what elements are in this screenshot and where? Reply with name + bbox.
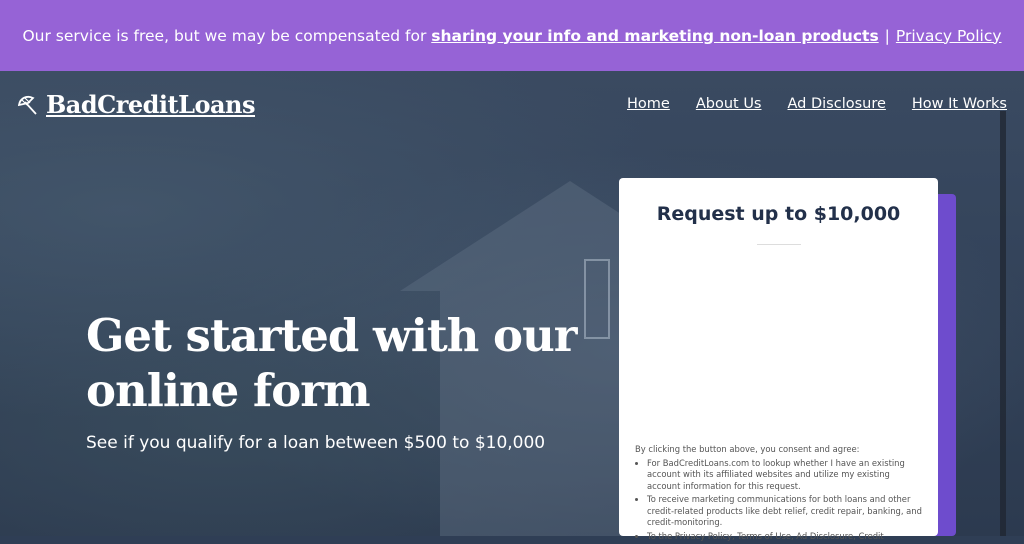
main-nav: Home About Us Ad Disclosure How It Works xyxy=(627,96,1007,112)
consent-list: For BadCreditLoans.com to lookup whether… xyxy=(635,458,925,543)
sharing-info-link[interactable]: sharing your info and marketing non-loan… xyxy=(431,27,878,45)
privacy-policy-link[interactable]: Privacy Policy xyxy=(896,27,1002,45)
top-disclosure-bar: Our service is free, but we may be compe… xyxy=(0,0,1024,71)
loan-request-form-card: By clicking the button above, you consen… xyxy=(619,178,938,541)
consent-disclosure: By clicking the button above, you consen… xyxy=(635,444,925,544)
consent-item: To the Privacy Policy, Terms of Use, Ad … xyxy=(647,531,925,543)
consent-item: To receive marketing communications for … xyxy=(647,494,925,529)
nav-about-us[interactable]: About Us xyxy=(696,96,762,112)
separator: | xyxy=(884,26,890,45)
hero-headline: Get started with our online form xyxy=(86,309,578,417)
logo-text: BadCreditLoans xyxy=(46,90,256,119)
nav-ad-disclosure[interactable]: Ad Disclosure xyxy=(788,96,886,112)
site-logo[interactable]: BadCreditLoans xyxy=(16,90,256,119)
disclosure-text: Our service is free, but we may be compe… xyxy=(22,26,427,45)
form-card-title: Request up to $10,000 xyxy=(656,203,901,225)
umbrella-icon xyxy=(17,95,37,115)
title-divider xyxy=(757,244,801,245)
utility-pole-image xyxy=(1000,111,1006,536)
hero-subheadline: See if you qualify for a loan between $5… xyxy=(86,433,546,453)
nav-home[interactable]: Home xyxy=(627,96,670,112)
nav-how-it-works[interactable]: How It Works xyxy=(912,96,1007,112)
consent-item: For BadCreditLoans.com to lookup whether… xyxy=(647,458,925,493)
consent-intro: By clicking the button above, you consen… xyxy=(635,444,860,454)
